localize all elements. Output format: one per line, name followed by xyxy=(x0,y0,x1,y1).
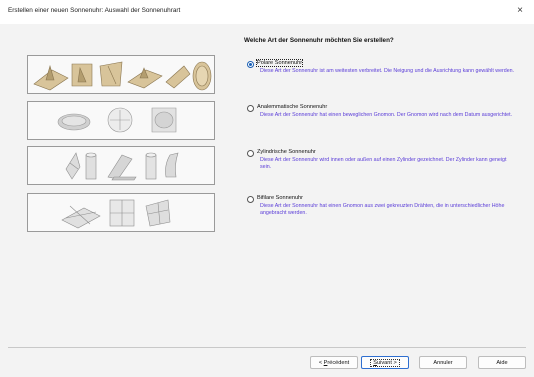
option-polar-description: Diese Art der Sonnenuhr ist am weitesten… xyxy=(260,68,515,74)
help-button[interactable]: Aide xyxy=(478,356,526,369)
close-icon[interactable]: × xyxy=(510,2,530,20)
option-polar-label[interactable]: Polare Sonnenuhr xyxy=(255,59,304,67)
footer-separator xyxy=(8,347,526,348)
option-cylindrical-label[interactable]: Zylindrische Sonnenuhr xyxy=(257,149,316,155)
cancel-button[interactable]: Annuler xyxy=(419,356,467,369)
window-title: Erstellen einer neuen Sonnenuhr: Auswahl… xyxy=(8,7,181,14)
radio-bifilar[interactable] xyxy=(247,196,254,203)
cylindrical-sundial-image[interactable] xyxy=(27,146,215,185)
previous-button[interactable]: < Précédent xyxy=(310,356,358,369)
option-bifilar-label[interactable]: Bifilare Sonnenuhr xyxy=(257,195,303,201)
option-bifilar-description: Diese Art der Sonnenuhr hat einen Gnomon… xyxy=(260,203,505,217)
polar-sundial-image[interactable] xyxy=(27,55,215,94)
bifilar-sundial-image[interactable] xyxy=(27,193,215,232)
question-heading: Welche Art der Sonnenuhr möchten Sie ers… xyxy=(244,37,394,44)
title-bar: Erstellen einer neuen Sonnenuhr: Auswahl… xyxy=(0,0,534,24)
option-cylindrical-description: Diese Art der Sonnenuhr wird innen oder … xyxy=(260,157,507,171)
next-button[interactable]: Suivant > xyxy=(361,356,409,369)
option-analemmatic-description: Diese Art der Sonnenuhr hat einen bewegl… xyxy=(260,112,513,118)
radio-polar[interactable] xyxy=(247,61,254,68)
analemmatic-sundial-image[interactable] xyxy=(27,101,215,140)
radio-cylindrical[interactable] xyxy=(247,150,254,157)
option-analemmatic-label[interactable]: Analemmatische Sonnenuhr xyxy=(257,104,327,110)
radio-analemmatic[interactable] xyxy=(247,105,254,112)
